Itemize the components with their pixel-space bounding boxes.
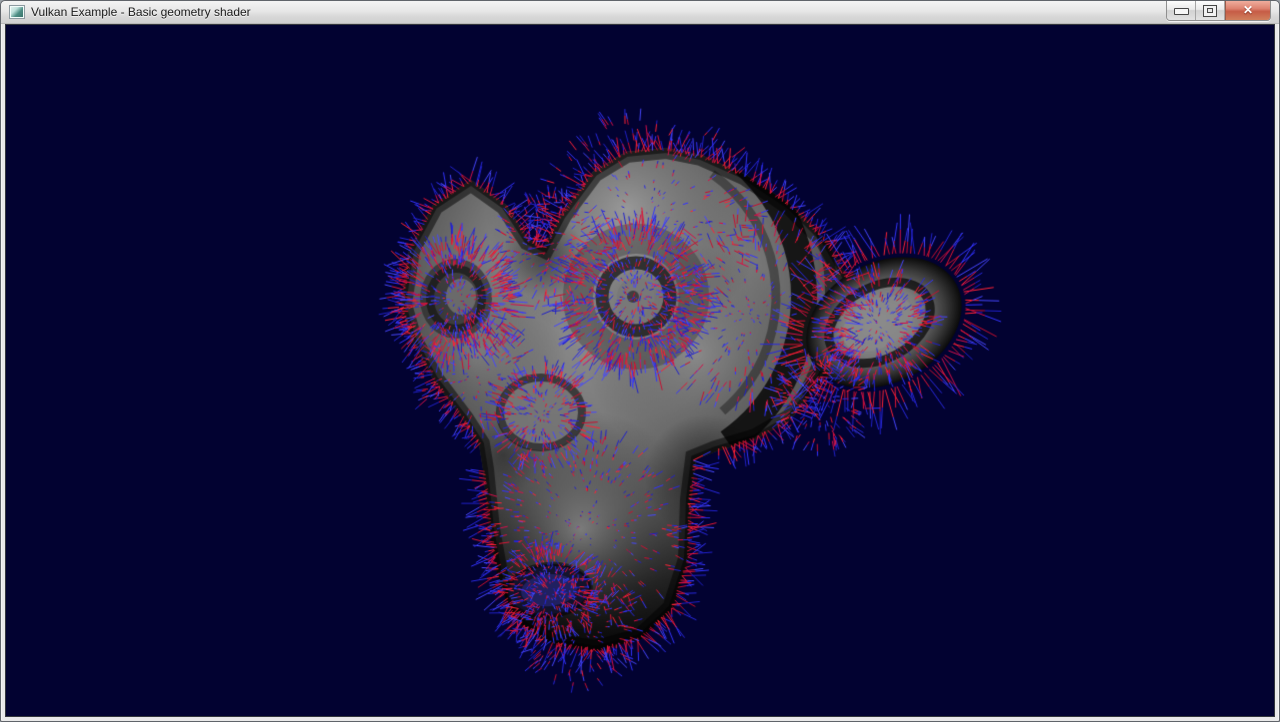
vulkan-render-canvas[interactable]	[6, 25, 1274, 716]
close-button[interactable]: ✕	[1225, 1, 1270, 20]
minimize-icon	[1174, 8, 1189, 15]
titlebar[interactable]: Vulkan Example - Basic geometry shader ✕	[1, 1, 1279, 24]
close-icon: ✕	[1243, 1, 1253, 20]
maximize-icon	[1203, 5, 1217, 17]
render-viewport	[5, 24, 1275, 717]
maximize-button[interactable]	[1196, 1, 1225, 20]
minimize-button[interactable]	[1167, 1, 1196, 20]
app-icon	[9, 5, 25, 19]
window-controls: ✕	[1166, 1, 1271, 21]
app-window: Vulkan Example - Basic geometry shader ✕	[0, 0, 1280, 722]
window-title: Vulkan Example - Basic geometry shader	[31, 1, 251, 23]
